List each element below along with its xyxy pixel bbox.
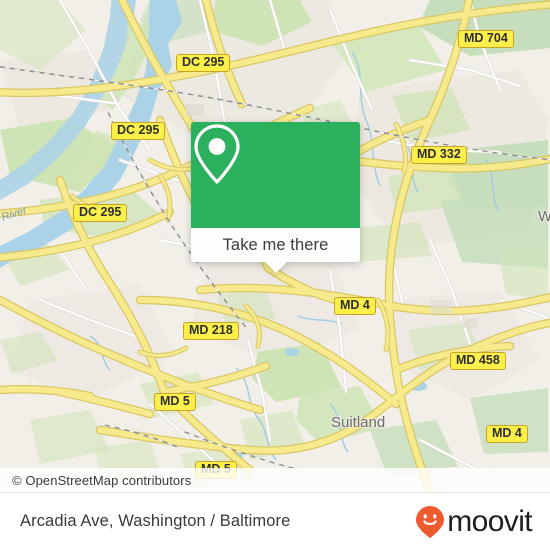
take-me-there-button[interactable]: Take me there [191, 228, 360, 262]
road-shield: MD 704 [458, 30, 514, 48]
road-shield: DC 295 [73, 204, 128, 222]
place-label-partial: W [538, 208, 550, 225]
road-shield: MD 4 [334, 297, 376, 315]
popup-card-header [191, 122, 360, 228]
footer-bar: Arcadia Ave, Washington / Baltimore moov… [0, 492, 550, 550]
place-label-suitland: Suitland [331, 414, 386, 431]
take-me-there-label: Take me there [222, 235, 329, 254]
road-shield: MD 5 [154, 393, 196, 411]
road-shield: MD 332 [411, 146, 467, 164]
moovit-pin-smiley-icon [416, 505, 445, 538]
road-shield: DC 295 [176, 54, 231, 72]
road-shield: DC 295 [111, 122, 166, 140]
map-canvas[interactable]: .park { fill:#cfe4b6; } .park2 { fill:#d… [0, 0, 550, 492]
map-screenshot: .park { fill:#cfe4b6; } .park2 { fill:#d… [0, 0, 550, 550]
road-shield: MD 4 [486, 425, 528, 443]
road-shield: MD 458 [450, 352, 506, 370]
popup-card-pointer [264, 262, 287, 273]
location-title: Arcadia Ave, Washington / Baltimore [20, 512, 291, 530]
attribution-text: © OpenStreetMap contributors [12, 472, 192, 488]
road-shield: MD 218 [183, 322, 239, 340]
map-attribution: © OpenStreetMap contributors [0, 468, 550, 492]
moovit-wordmark: moovit [447, 504, 532, 538]
location-popup-card[interactable]: Take me there [191, 122, 360, 273]
location-pin-icon [194, 124, 240, 184]
moovit-logo[interactable]: moovit [415, 504, 533, 539]
